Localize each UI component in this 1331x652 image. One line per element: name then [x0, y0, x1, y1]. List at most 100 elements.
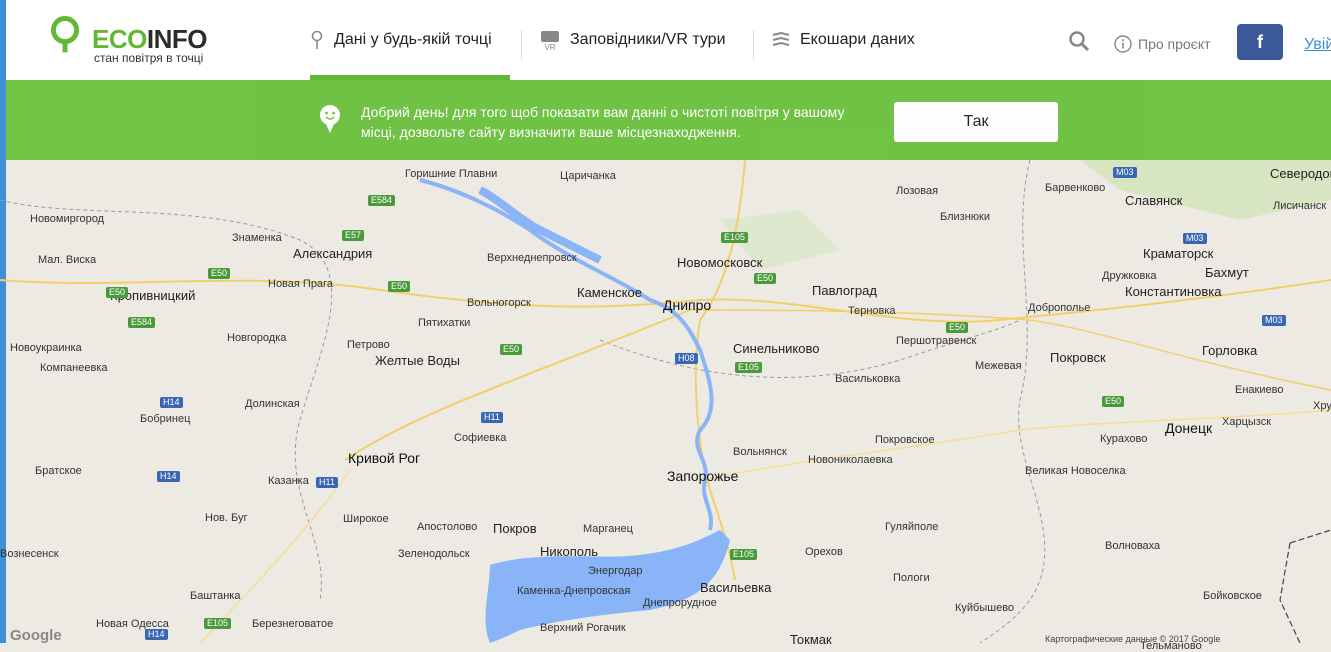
road-shield: E50 [754, 273, 777, 284]
allow-location-button[interactable]: Так [894, 102, 1058, 142]
map-place-label: Хру [1313, 400, 1331, 412]
road-shield: E50 [946, 322, 969, 333]
nav-item-label: Дані у будь-якій точці [334, 31, 492, 48]
map-place-label: Барвенково [1045, 182, 1106, 194]
map-place-label: Петрово [347, 339, 390, 351]
road-shield: E105 [204, 618, 232, 629]
nav-item-any-point[interactable]: Дані у будь-якій точці [310, 0, 492, 80]
map-place-label: Новгородка [227, 332, 287, 344]
map-place-label: Краматорск [1143, 246, 1214, 261]
map-place-label: Дружковка [1102, 270, 1157, 282]
map-place-label: Казанка [268, 475, 309, 487]
map-place-label: Братское [35, 465, 82, 477]
map-place-label: Терновка [848, 305, 896, 317]
vr-headset-icon: VR [540, 29, 560, 51]
nav-item-label: Екошари даних [800, 31, 915, 48]
map-place-label: Новоукраинка [10, 342, 82, 354]
road-shield: E50 [208, 268, 231, 279]
road-shield: E105 [735, 362, 763, 373]
map-place-label: Славянск [1125, 193, 1183, 208]
map-place-label: Кривой Рог [348, 450, 421, 466]
map-place-label: Новомосковск [677, 255, 763, 270]
map-place-label: Константиновка [1125, 284, 1222, 299]
map-place-label: Донецк [1165, 420, 1213, 436]
map-place-label: Лозовая [896, 185, 939, 197]
map-place-label: Желтые Воды [375, 353, 460, 368]
map-place-label: Межевая [975, 360, 1022, 372]
map-place-label: Каменка-Днепровская [517, 585, 631, 597]
map-place-label: Баштанка [190, 590, 241, 602]
map-place-label: Новая Прага [268, 278, 333, 290]
road-shield: M03 [1183, 233, 1207, 244]
map-place-label: Днипро [663, 297, 712, 313]
road-shield: E50 [388, 281, 411, 292]
map-place-label: Софиевка [454, 432, 507, 444]
map-place-label: Волноваха [1105, 540, 1161, 552]
layers-icon [772, 32, 790, 48]
map-place-label: Бахмут [1205, 265, 1249, 280]
map-place-label: Орехов [805, 546, 843, 558]
info-icon [1114, 35, 1132, 53]
map-place-label: Широкое [343, 513, 389, 525]
map-place-label: Покровское [875, 434, 935, 446]
map-place-label: Горишние Плавни [405, 168, 498, 180]
map-place-label: Запорожье [667, 468, 739, 484]
road-shield: H11 [316, 477, 338, 488]
road-shield: E57 [342, 230, 365, 241]
top-header: ECOINFO стан повітря в точці Дані у будь… [0, 0, 1331, 80]
map-place-label: Синельниково [733, 341, 820, 356]
map-place-label: Нов. Буг [205, 512, 248, 524]
facebook-icon: f [1257, 31, 1263, 52]
map-place-label: Горловка [1202, 343, 1258, 358]
map-place-label: Великая Новоселка [1025, 465, 1126, 477]
about-project-link[interactable]: Про проєкт [1114, 0, 1211, 88]
road-shield: H08 [675, 353, 698, 364]
road-shield: H14 [160, 397, 183, 408]
road-shield: H14 [145, 629, 168, 640]
ecoinfo-logo[interactable]: ECOINFO стан повітря в точці [40, 14, 220, 66]
map-place-label: Зеленодольск [398, 548, 470, 560]
map-canvas[interactable] [0, 160, 1331, 643]
map-place-label: Марганец [583, 523, 633, 535]
map-place-label: Васильковка [835, 373, 901, 385]
facebook-button[interactable]: f [1237, 24, 1283, 60]
map-place-label: Покров [493, 521, 537, 536]
banner-message: Добрий день! для того щоб показати вам д… [361, 104, 845, 140]
map-place-label: Бойковское [1203, 590, 1262, 602]
map-place-label: Покровск [1050, 350, 1106, 365]
map-place-label: Березнеговатое [252, 618, 334, 630]
map-place-label: Северодонецк [1270, 166, 1331, 181]
map-place-label: Лисичанск [1273, 200, 1327, 212]
map-place-label: Пологи [893, 572, 930, 584]
road-shield: M03 [1262, 315, 1286, 326]
map-place-label: Мал. Виска [38, 254, 97, 266]
map-place-label: Доброполье [1028, 302, 1091, 314]
login-link[interactable]: Увійти [1304, 36, 1331, 54]
search-icon[interactable] [1068, 30, 1090, 57]
map-place-label: Куйбышево [955, 602, 1015, 614]
map-place-label: Близнюки [940, 211, 990, 223]
map-place-label: Александрия [293, 246, 373, 261]
map-place-label: Никополь [540, 544, 599, 559]
road-shield: E584 [368, 195, 396, 206]
map-place-label: Компанеевка [40, 362, 108, 374]
map-place-label: Вольнянск [733, 446, 787, 458]
road-shield: E584 [128, 317, 156, 328]
road-shield: E50 [500, 344, 523, 355]
nav-item-eco-layers[interactable]: Екошари даних [772, 0, 915, 80]
geolocation-banner: Добрий день! для того щоб показати вам д… [6, 80, 1331, 160]
map-place-label: Каменское [577, 285, 642, 300]
nav-item-reserves-vr[interactable]: VR Заповідники/VR тури [540, 0, 726, 80]
road-shield: E105 [721, 232, 749, 243]
map-place-label: Энергодар [588, 565, 643, 577]
map-place-label: Токмак [790, 632, 832, 647]
map-place-label: Царичанка [560, 170, 616, 182]
map-place-label: Вольногорск [467, 297, 531, 309]
map-place-label: Енакиево [1235, 384, 1284, 396]
map-place-label: Долинская [245, 398, 300, 410]
map-place-label: Верхний Рогачик [540, 622, 626, 634]
nav-item-label: Заповідники/VR тури [570, 31, 726, 48]
google-logo: Google [10, 627, 62, 644]
map-place-label: Гуляйполе [885, 521, 939, 533]
svg-text:VR: VR [544, 43, 555, 51]
